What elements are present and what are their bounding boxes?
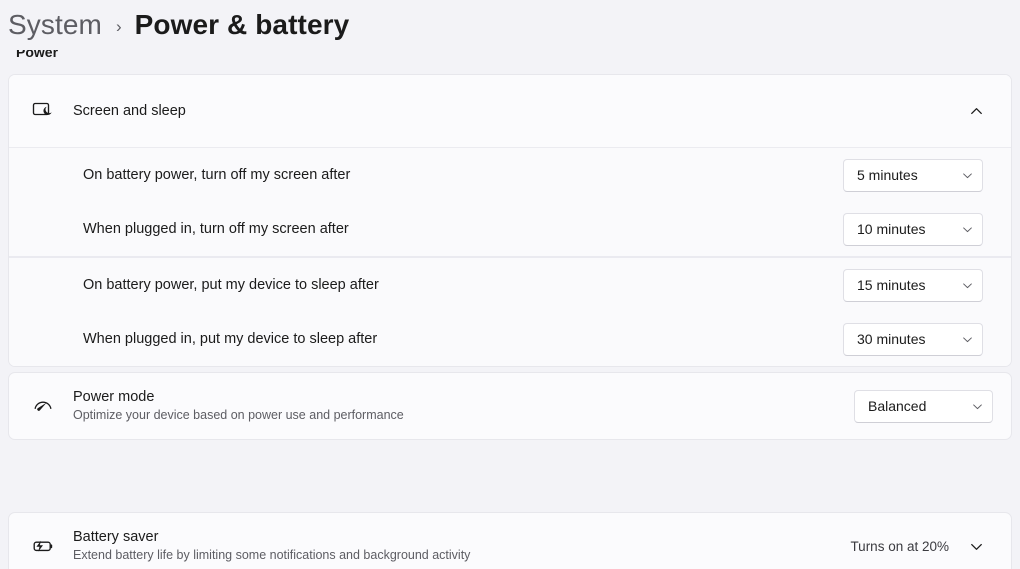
screen-and-sleep-title: Screen and sleep bbox=[73, 103, 186, 119]
sleep-timeout-group: On battery power, put my device to sleep… bbox=[9, 256, 1011, 366]
screen-and-sleep-card: Screen and sleep On battery power, turn … bbox=[8, 74, 1012, 367]
pref-row-battery-sleep: On battery power, put my device to sleep… bbox=[9, 258, 1011, 312]
power-mode-card: Power mode Optimize your device based on… bbox=[8, 372, 1012, 440]
pref-label: On battery power, put my device to sleep… bbox=[83, 277, 379, 293]
breadcrumb: System › Power & battery bbox=[0, 0, 1020, 50]
dropdown-value: 30 minutes bbox=[857, 331, 926, 347]
pref-row-battery-screen-off: On battery power, turn off my screen aft… bbox=[9, 148, 1011, 202]
dropdown-value: 5 minutes bbox=[857, 167, 918, 183]
dropdown-battery-screen-off[interactable]: 5 minutes bbox=[843, 158, 983, 192]
battery-saver-status: Turns on at 20% bbox=[850, 538, 949, 554]
pref-label: When plugged in, turn off my screen afte… bbox=[83, 221, 349, 237]
pref-label: On battery power, turn off my screen aft… bbox=[83, 167, 351, 183]
battery-bolt-icon bbox=[31, 534, 65, 558]
screen-timeout-group: On battery power, turn off my screen aft… bbox=[9, 147, 1011, 256]
pref-label: When plugged in, put my device to sleep … bbox=[83, 331, 378, 347]
dropdown-battery-sleep[interactable]: 15 minutes bbox=[843, 268, 983, 302]
dropdown-plugged-screen-off[interactable]: 10 minutes bbox=[843, 212, 983, 246]
power-mode-title: Power mode bbox=[73, 389, 155, 406]
chevron-down-icon[interactable] bbox=[959, 529, 993, 563]
breadcrumb-parent-link[interactable]: System bbox=[8, 9, 102, 41]
screen-and-sleep-header[interactable]: Screen and sleep bbox=[9, 75, 1011, 147]
gauge-icon bbox=[31, 394, 65, 418]
power-mode-description: Optimize your device based on power use … bbox=[73, 408, 404, 423]
chevron-down-icon bbox=[962, 170, 973, 181]
chevron-down-icon bbox=[962, 224, 973, 235]
chevron-up-icon[interactable] bbox=[959, 94, 993, 128]
chevron-down-icon bbox=[962, 280, 973, 291]
battery-saver-text: Battery saver Extend battery life by lim… bbox=[73, 528, 850, 564]
pref-row-plugged-screen-off: When plugged in, turn off my screen afte… bbox=[9, 202, 1011, 256]
chevron-down-icon bbox=[962, 334, 973, 345]
battery-saver-description: Extend battery life by limiting some not… bbox=[73, 548, 471, 563]
dropdown-value: Balanced bbox=[868, 398, 927, 414]
battery-saver-card[interactable]: Battery saver Extend battery life by lim… bbox=[8, 512, 1012, 569]
dropdown-value: 10 minutes bbox=[857, 221, 926, 237]
page-title: Power & battery bbox=[134, 9, 350, 40]
chevron-down-icon bbox=[972, 401, 983, 412]
dropdown-value: 15 minutes bbox=[857, 277, 926, 293]
dropdown-power-mode[interactable]: Balanced bbox=[854, 389, 993, 423]
pref-row-plugged-sleep: When plugged in, put my device to sleep … bbox=[9, 312, 1011, 366]
dropdown-plugged-sleep[interactable]: 30 minutes bbox=[843, 322, 983, 356]
breadcrumb-separator-icon: › bbox=[115, 16, 122, 36]
power-mode-text: Power mode Optimize your device based on… bbox=[73, 388, 854, 424]
battery-saver-title: Battery saver bbox=[73, 529, 159, 546]
screen-sleep-icon bbox=[31, 99, 65, 123]
